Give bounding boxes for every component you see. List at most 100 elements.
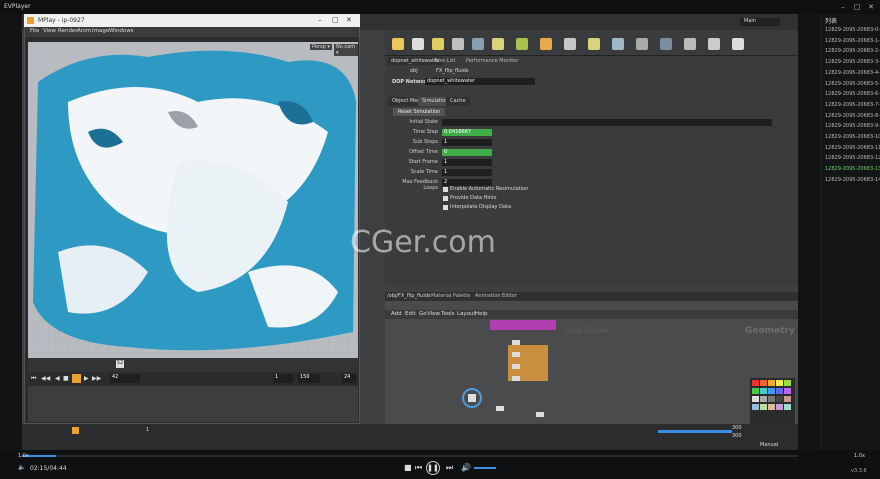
step-back-icon[interactable]: ◀◀ — [41, 375, 50, 382]
caustic-light-icon[interactable] — [612, 38, 624, 50]
network-node[interactable] — [490, 320, 556, 330]
playlist-item[interactable]: 12829-2095-20683-1-Gr — [825, 38, 880, 44]
network-node[interactable] — [512, 364, 520, 369]
gi-light-icon[interactable] — [588, 38, 600, 50]
jump-start-icon[interactable]: ⏮ — [31, 375, 36, 383]
playlist-item[interactable]: 12829-2095-20683-4-S — [825, 70, 880, 76]
auto-update-select[interactable]: Manual — [760, 442, 778, 448]
frame-field[interactable]: 42 — [110, 374, 140, 383]
color-swatch[interactable] — [784, 388, 791, 394]
speed-left[interactable]: 1.0x — [18, 453, 29, 459]
color-swatch[interactable] — [768, 380, 775, 386]
color-swatch[interactable] — [752, 404, 759, 410]
net-menu-help[interactable]: Help — [475, 311, 488, 317]
ambient-light-icon[interactable] — [660, 38, 672, 50]
pause-button[interactable] — [72, 374, 81, 383]
param-offset-time[interactable]: 0 — [442, 149, 492, 156]
playlist-item[interactable]: 12829-2095-20683-2-D — [825, 48, 880, 54]
fps-field[interactable]: 24 — [342, 374, 356, 383]
checkbox-interpolate[interactable] — [443, 205, 448, 210]
net-menu-edit[interactable]: Edit — [405, 311, 416, 317]
step-forward-icon[interactable]: ▶▶ — [92, 375, 101, 382]
next-icon[interactable]: ⏭ — [446, 463, 453, 473]
color-swatch[interactable] — [776, 396, 783, 402]
portal-light-icon[interactable] — [636, 38, 648, 50]
spot-light-icon[interactable] — [432, 38, 444, 50]
volume-slider[interactable] — [474, 467, 496, 469]
volume-icon[interactable]: 🔈 — [18, 464, 25, 471]
color-swatch[interactable] — [760, 396, 767, 402]
network-node[interactable] — [512, 340, 520, 345]
timeline-end-field-2[interactable]: 300 — [732, 433, 742, 439]
desktop-select[interactable]: Main — [740, 18, 780, 26]
color-swatch[interactable] — [784, 396, 791, 402]
main-pause-button[interactable] — [72, 427, 79, 434]
color-swatch[interactable] — [752, 388, 759, 394]
network-node[interactable] — [496, 406, 504, 411]
mplay-menu-view[interactable]: View — [43, 28, 56, 34]
mplay-menu-image[interactable]: Image — [92, 28, 109, 34]
param-start-frame[interactable]: 1 — [442, 159, 492, 166]
param-initial-state[interactable] — [442, 119, 772, 126]
previous-icon[interactable]: ⏮ — [415, 463, 422, 473]
speed-right[interactable]: 1.0x — [854, 453, 865, 459]
network-node[interactable] — [536, 412, 544, 417]
mplay-menu-windows[interactable]: Windows — [109, 28, 134, 34]
color-swatch[interactable] — [776, 380, 783, 386]
playlist-item[interactable]: 12829-2095-20683-11- — [825, 145, 880, 151]
sky-light-icon[interactable] — [564, 38, 576, 50]
main-frame-field[interactable]: 1 — [146, 427, 149, 433]
volume-icon-2[interactable]: 🔊 — [461, 463, 471, 472]
close-icon[interactable]: ✕ — [866, 2, 876, 12]
minimize-icon[interactable]: – — [838, 2, 848, 12]
mplay-titlebar[interactable]: MPlay - ip-0927 – □ ✕ — [24, 14, 360, 27]
mplay-menu-file[interactable]: File — [30, 28, 39, 34]
mplay-viewport[interactable]: Persp ▾ No cam ▾ — [28, 42, 358, 358]
playlist-item[interactable]: 12829-2095-20683-0-W — [825, 27, 880, 33]
tab-material-palette[interactable]: Material Palette — [431, 293, 470, 299]
param-scale-time[interactable]: 1 — [442, 169, 492, 176]
playlist-item[interactable]: 12829-2095-20683-13- — [825, 166, 880, 172]
maximize-icon[interactable]: □ — [852, 2, 862, 12]
geometry-light-icon[interactable] — [472, 38, 484, 50]
playlist-item[interactable]: 12829-2095-20683-7-S — [825, 102, 880, 108]
network-node[interactable] — [512, 352, 520, 357]
distant-light-icon[interactable] — [516, 38, 528, 50]
volume-light-icon[interactable] — [492, 38, 504, 50]
mplay-minimize-icon[interactable]: – — [318, 16, 322, 24]
mplay-menu-render[interactable]: Render — [58, 28, 78, 34]
net-menu-tools[interactable]: Tools — [441, 311, 455, 317]
color-swatch[interactable] — [768, 388, 775, 394]
color-swatch[interactable] — [752, 396, 759, 402]
environment-light-icon[interactable] — [540, 38, 552, 50]
color-swatch[interactable] — [776, 404, 783, 410]
checkbox-data-hints[interactable] — [443, 196, 448, 201]
playlist-item[interactable]: 12829-2095-20683-6-Sc — [825, 91, 880, 97]
vr-camera-icon[interactable] — [708, 38, 720, 50]
reset-simulation-button[interactable]: Reset Simulation — [393, 108, 446, 116]
point-light-icon[interactable] — [412, 38, 424, 50]
range-start-field[interactable]: 1 — [273, 374, 293, 383]
network-name-field[interactable]: dopnet_whitewater — [425, 78, 535, 85]
checkbox-auto-resim[interactable] — [443, 187, 448, 192]
mplay-maximize-icon[interactable]: □ — [332, 16, 339, 24]
stereo-camera-icon[interactable] — [684, 38, 696, 50]
color-swatch[interactable] — [760, 388, 767, 394]
tab-animation-editor[interactable]: Animation Editor — [475, 293, 517, 299]
viewport-badge[interactable]: Persp ▾ — [310, 44, 332, 50]
playlist-item[interactable]: 12829-2095-20683-9-C — [825, 123, 880, 129]
net-menu-layout[interactable]: Layout — [457, 311, 476, 317]
stop-icon[interactable]: ■ — [404, 463, 412, 472]
camera-light-icon[interactable] — [392, 38, 404, 50]
play-icon[interactable]: ▶ — [84, 375, 89, 382]
net-menu-add[interactable]: Add — [391, 311, 402, 317]
playlist-item[interactable]: 12829-2095-20683-5-R — [825, 81, 880, 87]
net-menu-go[interactable]: Go — [419, 311, 427, 317]
play-reverse-icon[interactable]: ◀ — [55, 375, 60, 382]
mplay-close-icon[interactable]: ✕ — [346, 16, 352, 24]
color-swatch[interactable] — [776, 388, 783, 394]
playlist-item[interactable]: 12829-2095-20683-3-Fl — [825, 59, 880, 65]
color-palette[interactable] — [750, 378, 795, 428]
param-sub-steps[interactable]: 1 — [442, 139, 492, 146]
main-timeline[interactable]: 1 300 300 Manual — [22, 424, 798, 450]
